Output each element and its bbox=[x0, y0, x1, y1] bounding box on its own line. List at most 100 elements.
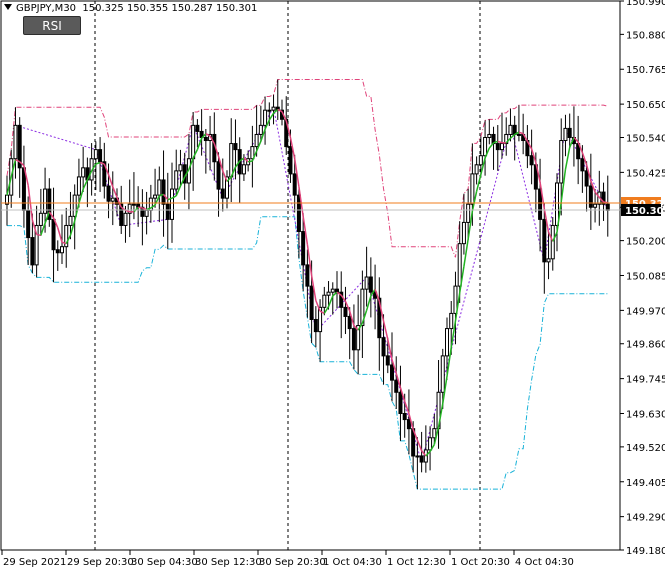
time-tick-label: 1 Oct 12:30 bbox=[387, 557, 446, 568]
candle-body bbox=[292, 173, 297, 196]
candle-body bbox=[76, 176, 81, 196]
candle-body bbox=[106, 185, 111, 202]
candle-body bbox=[30, 237, 35, 266]
candle-body bbox=[466, 203, 471, 223]
plot-border bbox=[0, 0, 621, 551]
ma-segment bbox=[403, 401, 410, 414]
candle-body bbox=[309, 285, 314, 320]
price-lines bbox=[1, 202, 620, 211]
candle-body bbox=[81, 167, 86, 178]
price-tick-label: 149.970 bbox=[626, 306, 665, 317]
candle-body bbox=[347, 315, 352, 330]
candle-body bbox=[508, 124, 513, 135]
candle-body bbox=[394, 379, 399, 393]
candle-body bbox=[368, 276, 373, 293]
candle-body bbox=[301, 231, 306, 266]
time-tick-label: 29 Sep 20:30 bbox=[67, 557, 134, 568]
candle-body bbox=[174, 170, 179, 190]
candle-body bbox=[203, 136, 208, 142]
plot-frame bbox=[0, 0, 621, 551]
time-tick-label: 30 Sep 20:30 bbox=[259, 557, 326, 568]
candle-body bbox=[478, 155, 483, 166]
ma-segment bbox=[365, 295, 372, 311]
symbol-info: GBPJPY,M30 150.325 150.355 150.287 150.3… bbox=[4, 3, 257, 15]
candle-body bbox=[542, 218, 547, 263]
candle-body bbox=[428, 437, 433, 451]
candle-body bbox=[419, 455, 424, 463]
candle-body bbox=[123, 212, 128, 226]
candle-body bbox=[567, 127, 572, 138]
time-tick-label: 30 Sep 04:30 bbox=[131, 557, 198, 568]
candle-body bbox=[322, 294, 327, 308]
price-tick-label: 150.650 bbox=[626, 100, 665, 111]
candle-body bbox=[351, 328, 356, 351]
ma-segment bbox=[222, 170, 228, 182]
candle-body bbox=[593, 203, 598, 208]
candle-body bbox=[605, 203, 610, 211]
candle-body bbox=[500, 143, 504, 151]
ma-segment bbox=[107, 174, 114, 188]
candle-body bbox=[38, 212, 43, 226]
candle-body bbox=[165, 203, 170, 220]
candle-body bbox=[559, 140, 564, 184]
time-tick-label: 29 Sep 2021 bbox=[3, 557, 66, 568]
candle-body bbox=[495, 143, 500, 151]
candle-body bbox=[584, 170, 589, 187]
ma-segment bbox=[112, 186, 118, 198]
candle-body bbox=[457, 243, 462, 287]
candle-body bbox=[98, 149, 103, 163]
price-tick-label: 149.290 bbox=[626, 513, 665, 524]
candle-body bbox=[483, 136, 488, 157]
upper-band bbox=[6, 79, 608, 258]
candle-body bbox=[241, 164, 246, 175]
candle-body bbox=[258, 124, 263, 135]
candle-body bbox=[55, 249, 60, 254]
symbol-label: GBPJPY,M30 bbox=[16, 3, 77, 14]
candle-body bbox=[402, 413, 407, 421]
ma-segment bbox=[268, 112, 275, 121]
candle-body bbox=[216, 161, 221, 190]
candle-body bbox=[555, 182, 559, 226]
time-axis[interactable]: 29 Sep 2021 29 Sep 20:3030 Sep 04:3030 Se… bbox=[1, 550, 574, 568]
ma-segment bbox=[315, 300, 321, 312]
dropdown-triangle-icon[interactable] bbox=[4, 4, 12, 10]
rsi-button[interactable]: RSI bbox=[23, 16, 81, 35]
price-tick-label: 149.520 bbox=[626, 443, 665, 454]
candle-body bbox=[153, 194, 158, 199]
candle-body bbox=[440, 355, 445, 393]
bid-price-label: 150.301 bbox=[625, 206, 665, 217]
price-tick-label: 149.630 bbox=[626, 410, 665, 421]
ma-segment bbox=[95, 161, 101, 165]
chart-area[interactable]: 150.990 150.880 150.765 150.650 150.540 150.4… bbox=[0, 0, 665, 572]
ma-segment bbox=[57, 227, 63, 243]
candle-body bbox=[364, 276, 369, 290]
candle-body bbox=[385, 355, 390, 366]
ma-segment bbox=[564, 147, 571, 170]
candle-body bbox=[72, 194, 77, 217]
candle-body bbox=[588, 185, 593, 208]
candles[interactable] bbox=[5, 79, 610, 490]
price-tick-label: 150.540 bbox=[626, 133, 665, 144]
candle-body bbox=[288, 146, 293, 175]
candle-body bbox=[529, 155, 534, 166]
candle-body bbox=[26, 209, 31, 239]
candle-body bbox=[220, 188, 225, 199]
candle-body bbox=[550, 224, 555, 260]
candle-body bbox=[305, 264, 310, 287]
candle-body bbox=[229, 143, 234, 178]
candle-body bbox=[60, 246, 64, 254]
ma-segment bbox=[332, 291, 338, 297]
candle-body bbox=[254, 133, 259, 148]
price-tick-label: 149.405 bbox=[626, 478, 665, 489]
time-tick-label: 1 Oct 04:30 bbox=[323, 557, 382, 568]
price-tick-label: 149.860 bbox=[626, 340, 665, 351]
candle-body bbox=[546, 258, 551, 263]
candle-body bbox=[563, 127, 568, 142]
time-tick-label: 30 Sep 12:30 bbox=[195, 557, 262, 568]
candle-body bbox=[93, 149, 98, 160]
candle-body bbox=[516, 133, 521, 136]
price-axis[interactable]: 150.990 150.880 150.765 150.650 150.540 150.4… bbox=[620, 0, 665, 557]
candle-body bbox=[449, 312, 454, 330]
candle-body bbox=[406, 419, 411, 430]
candle-body bbox=[330, 288, 335, 293]
